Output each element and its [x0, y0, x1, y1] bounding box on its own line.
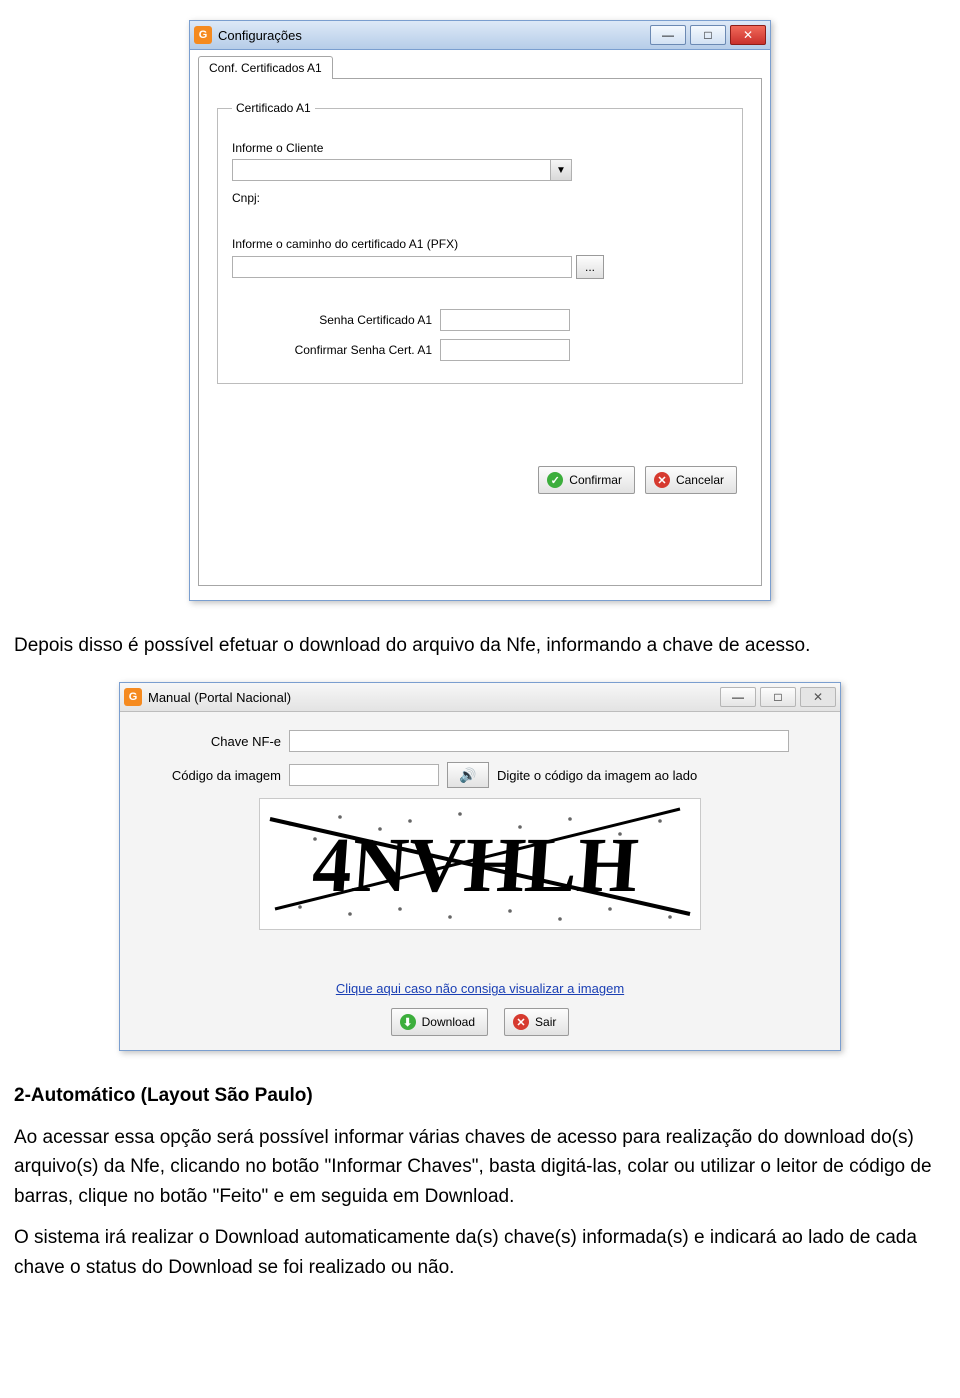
captcha-image: 4NVHLH: [259, 798, 701, 930]
paragraph-2a: Ao acessar essa opção será possível info…: [0, 1123, 960, 1211]
label-cnpj: Cnpj:: [232, 191, 728, 205]
exit-icon: ✕: [513, 1014, 529, 1030]
minimize-button[interactable]: —: [720, 687, 756, 707]
codigo-imagem-input[interactable]: [289, 764, 439, 786]
label-path: Informe o caminho do certificado A1 (PFX…: [232, 237, 728, 251]
codigo-hint: Digite o código da imagem ao lado: [497, 768, 697, 783]
path-input[interactable]: [232, 256, 572, 278]
sair-label: Sair: [535, 1015, 556, 1029]
maximize-button[interactable]: □: [690, 25, 726, 45]
config-window: G Configurações — □ ✕ Conf. Certificados…: [189, 20, 771, 601]
confirmar-label: Confirmar: [569, 473, 622, 487]
tab-conf-certificados[interactable]: Conf. Certificados A1: [198, 56, 333, 79]
close-button[interactable]: ✕: [800, 687, 836, 707]
check-icon: ✓: [547, 472, 563, 488]
maximize-icon: □: [704, 28, 711, 42]
certificado-a1-group: Certificado A1 Informe o Cliente ▼ Cnpj:…: [217, 101, 743, 384]
browse-button[interactable]: ...: [576, 255, 604, 279]
download-icon: ⬇: [400, 1014, 416, 1030]
label-confirmar-senha: Confirmar Senha Cert. A1: [232, 343, 432, 357]
cliente-combo[interactable]: ▼: [232, 159, 572, 181]
speaker-icon: 🔊: [459, 767, 476, 784]
captcha-audio-button[interactable]: 🔊: [447, 762, 489, 788]
paragraph-1: Depois disso é possível efetuar o downlo…: [0, 631, 960, 660]
minimize-icon: —: [732, 690, 744, 704]
close-button[interactable]: ✕: [730, 25, 766, 45]
captcha-reload-link[interactable]: Clique aqui caso não consiga visualizar …: [336, 981, 624, 996]
app-icon: G: [124, 688, 142, 706]
close-icon: ✕: [743, 28, 753, 42]
cancel-icon: ✕: [654, 472, 670, 488]
label-codigo-imagem: Código da imagem: [136, 768, 281, 783]
sair-button[interactable]: ✕ Sair: [504, 1008, 569, 1036]
manual-window: G Manual (Portal Nacional) — □ ✕ Chave N…: [119, 682, 841, 1051]
group-legend: Certificado A1: [232, 101, 315, 115]
titlebar[interactable]: G Configurações — □ ✕: [190, 21, 770, 50]
maximize-button[interactable]: □: [760, 687, 796, 707]
cancelar-label: Cancelar: [676, 473, 724, 487]
minimize-icon: —: [662, 28, 674, 42]
label-chave-nfe: Chave NF-e: [136, 734, 281, 749]
captcha-svg: 4NVHLH: [260, 799, 700, 929]
download-label: Download: [422, 1015, 475, 1029]
download-button[interactable]: ⬇ Download: [391, 1008, 488, 1036]
senha-input[interactable]: [440, 309, 570, 331]
window-title: Manual (Portal Nacional): [148, 690, 720, 705]
label-senha: Senha Certificado A1: [232, 313, 432, 327]
minimize-button[interactable]: —: [650, 25, 686, 45]
chave-nfe-input[interactable]: [289, 730, 789, 752]
paragraph-2b: O sistema irá realizar o Download automa…: [0, 1223, 960, 1282]
label-cliente: Informe o Cliente: [232, 141, 728, 155]
window-title: Configurações: [218, 28, 650, 43]
cancelar-button[interactable]: ✕ Cancelar: [645, 466, 737, 494]
app-icon: G: [194, 26, 212, 44]
maximize-icon: □: [774, 690, 781, 704]
confirmar-button[interactable]: ✓ Confirmar: [538, 466, 635, 494]
tab-page: Certificado A1 Informe o Cliente ▼ Cnpj:…: [198, 78, 762, 586]
titlebar[interactable]: G Manual (Portal Nacional) — □ ✕: [120, 683, 840, 712]
captcha-text: 4NVHLH: [310, 822, 641, 909]
confirmar-senha-input[interactable]: [440, 339, 570, 361]
close-icon: ✕: [813, 690, 823, 704]
section-2-heading: 2-Automático (Layout São Paulo): [0, 1081, 960, 1110]
chevron-down-icon[interactable]: ▼: [550, 160, 571, 180]
